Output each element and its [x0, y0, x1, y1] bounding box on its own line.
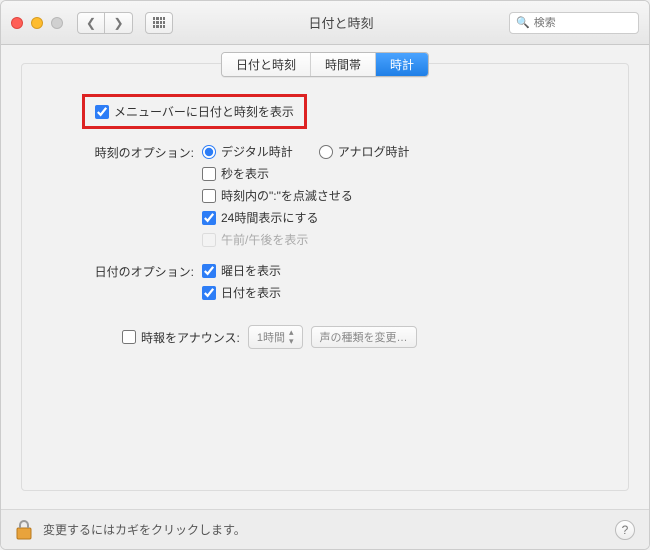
settings-panel: 日付と時刻 時間帯 時計 メニューバーに日付と時刻を表示 時刻のオプション:: [21, 63, 629, 491]
window-controls: [11, 17, 63, 29]
date-options-label: 日付のオプション:: [42, 262, 202, 280]
tab-clock[interactable]: 時計: [376, 53, 428, 76]
help-button[interactable]: ?: [615, 520, 635, 540]
time-options: デジタル時計 アナログ時計 秒を表示: [202, 143, 410, 248]
digital-clock-radio[interactable]: デジタル時計: [202, 143, 293, 160]
show-seconds-label: 秒を表示: [221, 165, 269, 182]
date-options: 曜日を表示 日付を表示: [202, 262, 281, 301]
show-ampm-checkbox: 午前/午後を表示: [202, 231, 410, 248]
announce-label: 時報をアナウンス:: [141, 329, 240, 346]
show-ampm-input: [202, 233, 216, 247]
window-title: 日付と時刻: [181, 13, 501, 32]
search-icon: 🔍: [516, 16, 530, 29]
digital-clock-input[interactable]: [202, 145, 216, 159]
forward-button[interactable]: ❯: [105, 12, 133, 34]
announce-checkbox[interactable]: 時報をアナウンス:: [122, 329, 240, 346]
highlight-annotation: メニューバーに日付と時刻を表示: [82, 94, 307, 129]
show-date-label: 日付を表示: [221, 284, 281, 301]
show-seconds-checkbox[interactable]: 秒を表示: [202, 165, 410, 182]
tab-bar: 日付と時刻 時間帯 時計: [221, 52, 429, 77]
search-input[interactable]: [534, 17, 632, 29]
show-day-checkbox[interactable]: 曜日を表示: [202, 262, 281, 279]
announce-input[interactable]: [122, 330, 136, 344]
lock-text: 変更するにはカギをクリックします。: [43, 521, 246, 538]
date-options-row: 日付のオプション: 曜日を表示 日付を表示: [42, 262, 608, 301]
tab-date-time[interactable]: 日付と時刻: [222, 53, 311, 76]
tab-timezone[interactable]: 時間帯: [311, 53, 376, 76]
time-options-label: 時刻のオプション:: [42, 143, 202, 161]
flash-separators-input[interactable]: [202, 189, 216, 203]
show-ampm-label: 午前/午後を表示: [221, 231, 308, 248]
announce-interval-value: 1時間: [257, 329, 285, 345]
search-field[interactable]: 🔍: [509, 12, 639, 34]
footer: 変更するにはカギをクリックします。 ?: [1, 509, 649, 549]
clock-settings: メニューバーに日付と時刻を表示 時刻のオプション: デジタル時計: [22, 64, 628, 359]
analog-clock-label: アナログ時計: [338, 143, 410, 160]
digital-clock-label: デジタル時計: [221, 143, 293, 160]
nav-buttons: ❮ ❯: [77, 12, 133, 34]
show-date-input[interactable]: [202, 286, 216, 300]
content-area: 日付と時刻 時間帯 時計 メニューバーに日付と時刻を表示 時刻のオプション:: [1, 45, 649, 509]
show-in-menubar-label: メニューバーに日付と時刻を表示: [114, 103, 294, 120]
show-all-button[interactable]: [145, 12, 173, 34]
analog-clock-input[interactable]: [319, 145, 333, 159]
show-seconds-input[interactable]: [202, 167, 216, 181]
show-date-checkbox[interactable]: 日付を表示: [202, 284, 281, 301]
use-24h-label: 24時間表示にする: [221, 209, 318, 226]
back-button[interactable]: ❮: [77, 12, 105, 34]
close-icon[interactable]: [11, 17, 23, 29]
select-arrows-icon: ▴▾: [289, 328, 294, 346]
flash-separators-checkbox[interactable]: 時刻内の":"を点滅させる: [202, 187, 410, 204]
voice-change-button: 声の種類を変更…: [311, 326, 417, 348]
use-24h-input[interactable]: [202, 211, 216, 225]
lock-icon[interactable]: [15, 520, 33, 540]
show-in-menubar-checkbox[interactable]: メニューバーに日付と時刻を表示: [95, 103, 294, 120]
grid-icon: [153, 17, 165, 29]
zoom-icon[interactable]: [51, 17, 63, 29]
flash-separators-label: 時刻内の":"を点滅させる: [221, 187, 353, 204]
time-options-row: 時刻のオプション: デジタル時計 アナログ時計: [42, 143, 608, 248]
minimize-icon[interactable]: [31, 17, 43, 29]
show-day-input[interactable]: [202, 264, 216, 278]
voice-change-label: 声の種類を変更…: [320, 329, 408, 345]
preferences-window: ❮ ❯ 日付と時刻 🔍 日付と時刻 時間帯 時計: [0, 0, 650, 550]
show-day-label: 曜日を表示: [221, 262, 281, 279]
announce-interval-select: 1時間 ▴▾: [248, 325, 303, 349]
show-in-menubar-input[interactable]: [95, 105, 109, 119]
analog-clock-radio[interactable]: アナログ時計: [319, 143, 410, 160]
titlebar: ❮ ❯ 日付と時刻 🔍: [1, 1, 649, 45]
announce-row: 時報をアナウンス: 1時間 ▴▾ 声の種類を変更…: [122, 325, 608, 349]
use-24h-checkbox[interactable]: 24時間表示にする: [202, 209, 410, 226]
